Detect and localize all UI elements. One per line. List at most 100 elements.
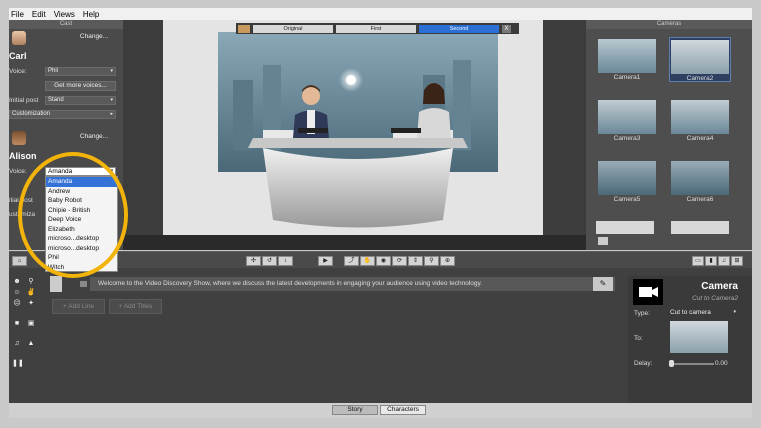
camera-type-select[interactable]: Cut to camera ▾ xyxy=(670,309,740,318)
expression-icon[interactable]: ☺ xyxy=(12,288,22,297)
camera-thumb-3[interactable]: Camera3 xyxy=(596,98,658,143)
video-view-icon[interactable]: ▮ xyxy=(705,256,717,266)
camera-switch-bar: Original First Second X xyxy=(236,23,519,34)
camera-thumb-2[interactable]: Camera2 xyxy=(669,37,731,82)
stage-viewport[interactable] xyxy=(123,20,586,250)
line-character-avatar xyxy=(50,276,62,292)
camera-thumb-1[interactable]: Camera1 xyxy=(596,37,658,82)
chevron-down-icon: ▾ xyxy=(733,309,736,315)
camera-label: Camera1 xyxy=(613,74,641,81)
camera-label: Camera6 xyxy=(686,196,714,203)
carl-initial-post-select[interactable]: Stand ▾ xyxy=(45,96,116,105)
home-icon[interactable]: ⌂ xyxy=(12,256,27,266)
delay-slider-handle[interactable] xyxy=(669,360,674,367)
carl-avatar xyxy=(12,31,26,45)
carl-name: Carl xyxy=(9,51,27,61)
carl-voice-value: Phil xyxy=(48,68,59,74)
carl-initial-post-value: Stand xyxy=(48,97,64,103)
swap-icon[interactable]: ⟳ xyxy=(392,256,407,266)
camera-original-button[interactable]: Original xyxy=(253,24,333,33)
rotate-icon[interactable]: ↺ xyxy=(262,256,277,266)
tab-story[interactable]: Story xyxy=(332,405,378,415)
scene-illustration xyxy=(123,20,586,250)
gesture-icon[interactable]: ✋ xyxy=(360,256,375,266)
get-more-voices-button[interactable]: Get more voices... xyxy=(45,81,116,91)
menu-help[interactable]: Help xyxy=(83,10,99,19)
camera-props-title: Camera xyxy=(701,281,738,292)
camera-label: Camera2 xyxy=(686,75,714,82)
camera-target-thumb[interactable] xyxy=(670,321,728,353)
walk-icon[interactable]: ⤴ xyxy=(344,256,359,266)
delay-slider[interactable] xyxy=(670,363,714,365)
script-line[interactable]: Welcome to the Video Discovery Show, whe… xyxy=(90,277,615,291)
music-action-icon[interactable]: ♫ xyxy=(12,339,22,348)
delay-value: 0.00 xyxy=(715,360,728,367)
alison-name: Alison xyxy=(9,151,37,161)
pause-icon[interactable]: ❚❚ xyxy=(12,359,24,368)
alison-avatar xyxy=(12,131,26,145)
zoom-icon[interactable]: ⚲ xyxy=(424,256,439,266)
camera-preview-image xyxy=(671,161,729,195)
carl-initial-post-label: Initial post xyxy=(9,97,39,104)
move-icon[interactable]: ✣ xyxy=(246,256,261,266)
camera-thumb-6[interactable]: Camera6 xyxy=(669,159,731,204)
add-line-button[interactable]: + Add Line xyxy=(52,299,105,314)
camera-props-subtitle: Cut to Camera2 xyxy=(692,295,738,302)
align-icon[interactable]: ⇕ xyxy=(408,256,423,266)
edit-pencil-icon[interactable]: ✎ xyxy=(593,277,613,291)
play-icon[interactable]: ▶ xyxy=(318,256,333,266)
delay-label: Delay: xyxy=(634,360,653,367)
cameras-panel-title: Cameras xyxy=(586,20,752,29)
add-titles-button[interactable]: + Add Titles xyxy=(109,299,162,314)
walk-action-icon[interactable]: ⚲ xyxy=(26,277,36,286)
camera-preview-image xyxy=(671,40,729,74)
cast-panel-title: Cast xyxy=(9,20,123,29)
camera-second-button[interactable]: Second xyxy=(419,24,499,33)
camera-move-icon[interactable]: ▣ xyxy=(26,319,36,328)
carl-voice-label: Voice: xyxy=(9,68,27,75)
camera-thumb-4[interactable]: Camera4 xyxy=(669,98,731,143)
camera-view-icon[interactable]: ▭ xyxy=(692,256,704,266)
zoom-fit-icon[interactable]: ⊕ xyxy=(440,256,455,266)
highlight-circle xyxy=(18,152,128,278)
vertical-move-icon[interactable]: ↕ xyxy=(278,256,293,266)
line-handle-icon[interactable] xyxy=(80,281,87,287)
menu-file[interactable]: File xyxy=(11,10,24,19)
camera-thumb-7-partial[interactable] xyxy=(596,221,654,234)
camera-preview-image xyxy=(671,100,729,134)
camera-label: Camera4 xyxy=(686,135,714,142)
add-character-icon[interactable]: ☻ xyxy=(12,277,22,286)
camera-action-icon[interactable]: ■ xyxy=(12,319,22,328)
camera-type-value: Cut to camera xyxy=(670,309,711,316)
look-icon[interactable]: ◉ xyxy=(376,256,391,266)
camera-icon xyxy=(633,279,663,305)
scene-toolbar: ⌂ ✣ ↺ ↕ ▶ ⤴ ✋ ◉ ⟳ ⇕ ⚲ ⊕ ▭ ▮ ♫ ⊞ xyxy=(9,251,752,269)
tab-characters[interactable]: Characters xyxy=(380,405,426,415)
camera-add-icon[interactable] xyxy=(598,237,608,245)
look-action-icon[interactable]: ✦ xyxy=(26,299,36,308)
emote-icon[interactable]: ☹ xyxy=(12,299,22,308)
bottom-tab-bar: Story Characters xyxy=(9,403,752,418)
carl-customization-select[interactable]: Customization ▸ xyxy=(9,110,116,119)
camera-thumb-5[interactable]: Camera5 xyxy=(596,159,658,204)
camera-thumb-8-partial[interactable] xyxy=(671,221,729,234)
chevron-down-icon: ▾ xyxy=(110,97,113,103)
camera-preview-image xyxy=(598,100,656,134)
camera-to-label: To: xyxy=(634,335,643,342)
close-icon[interactable]: X xyxy=(502,24,511,33)
sound-action-icon[interactable]: ▲ xyxy=(26,339,36,348)
extra-view-icon[interactable]: ⊞ xyxy=(731,256,743,266)
menu-edit[interactable]: Edit xyxy=(32,10,46,19)
carl-change-button[interactable]: Change... xyxy=(70,33,118,43)
menu-bar: File Edit Views Help xyxy=(9,8,752,20)
camera-type-label: Type: xyxy=(634,310,650,317)
carl-customization-label: Customization xyxy=(12,111,51,117)
camera-first-button[interactable]: First xyxy=(336,24,416,33)
alison-change-button[interactable]: Change... xyxy=(70,133,118,143)
music-view-icon[interactable]: ♫ xyxy=(718,256,730,266)
alison-voice-label: Voice: xyxy=(9,168,27,175)
chevron-right-icon: ▸ xyxy=(110,111,113,117)
carl-voice-select[interactable]: Phil ▾ xyxy=(45,67,116,76)
gesture-action-icon[interactable]: ✌ xyxy=(26,288,36,297)
menu-views[interactable]: Views xyxy=(54,10,75,19)
